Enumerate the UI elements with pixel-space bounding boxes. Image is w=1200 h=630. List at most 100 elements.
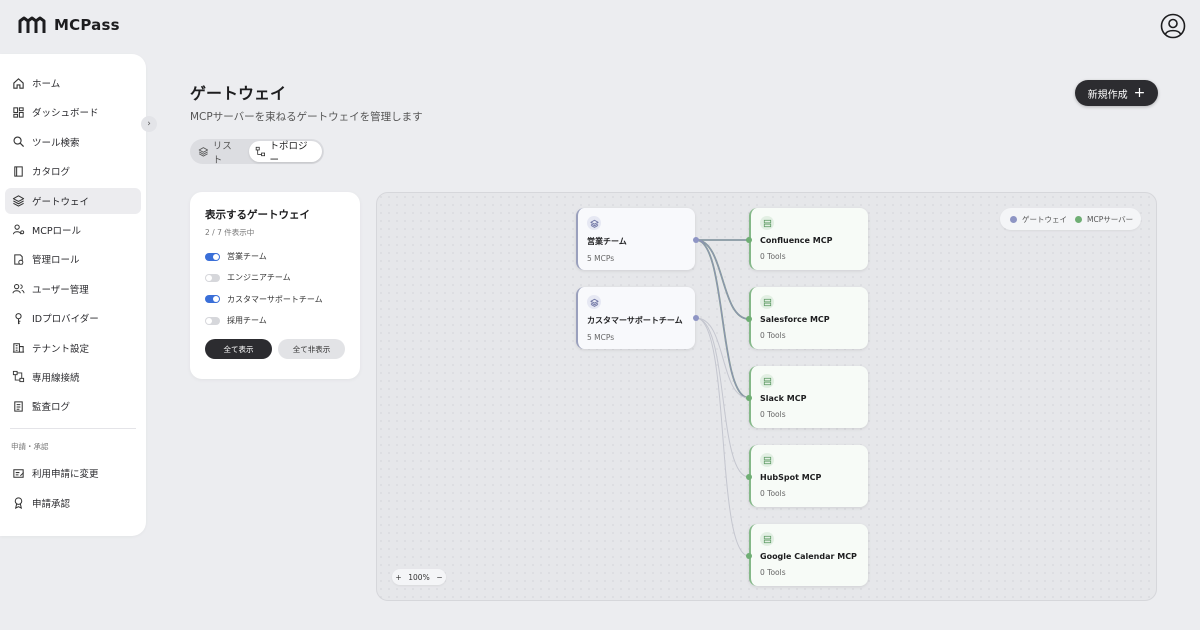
search-icon (13, 136, 25, 148)
hide-all-button[interactable]: 全て非表示 (278, 339, 345, 360)
app-logo[interactable]: MCPass (18, 16, 120, 34)
sidebar-item-admin-role[interactable]: 管理ロール (5, 246, 141, 272)
server-port[interactable] (746, 474, 752, 480)
sidebar-item-dashboard[interactable]: ダッシュボード (5, 99, 141, 125)
user-avatar-icon[interactable] (1160, 13, 1186, 39)
filter-item-label: 採用チーム (227, 316, 267, 326)
sidebar-item-dedicated-line[interactable]: 専用線接続 (5, 364, 141, 390)
filter-item: カスタマーサポートチーム (205, 293, 345, 306)
view-topology-label: トポロジー (269, 140, 308, 166)
filter-item-label: エンジニアチーム (227, 273, 291, 283)
sidebar-item-label: 申請承認 (32, 498, 71, 510)
server-name: Slack MCP (760, 394, 807, 403)
mcp-server-node[interactable]: Salesforce MCP 0 Tools (749, 287, 868, 349)
sidebar-item-gateway[interactable]: ゲートウェイ (5, 187, 141, 214)
edge (695, 239, 750, 320)
zoom-control: + 100% − (392, 569, 446, 585)
app-name: MCPass (54, 16, 120, 34)
edge (695, 317, 750, 478)
server-tool-count: 0 Tools (760, 410, 786, 419)
gateway-name: 営業チーム (587, 237, 627, 246)
mcp-server-node[interactable]: HubSpot MCP 0 Tools (749, 445, 868, 507)
server-name: HubSpot MCP (760, 473, 822, 482)
sidebar-item-label: ホーム (32, 79, 61, 90)
sidebar: ホーム ダッシュボード ツール検索 カタログ ゲートウェイ MCPロール 管理ロ… (0, 54, 146, 536)
legend-server-label: MCPサーバー (1087, 214, 1134, 224)
layers-icon (587, 216, 601, 230)
gateway-toggle[interactable] (205, 252, 220, 261)
server-icon (760, 374, 774, 388)
topology-canvas[interactable]: 営業チーム 5 MCPs カスタマーサポートチーム 5 MCPs Conflue… (376, 192, 1157, 601)
book-icon (14, 166, 23, 177)
gateway-toggle[interactable] (205, 295, 220, 304)
chevron-right-icon: › (147, 119, 151, 129)
filter-item-label: 営業チーム (227, 252, 267, 261)
sidebar-collapse-button[interactable]: › (141, 116, 157, 132)
plus-icon: + (1133, 85, 1146, 101)
filter-title: 表示するゲートウェイ (205, 209, 310, 221)
sidebar-item-usage-request[interactable]: 利用申請に変更 (5, 460, 141, 486)
filter-count: 2 / 7 件表示中 (205, 228, 255, 237)
zoom-out-button[interactable]: − (436, 573, 442, 582)
page-subtitle: MCPサーバーを束ねるゲートウェイを管理します (190, 111, 423, 123)
server-tool-count: 0 Tools (760, 568, 786, 577)
gateway-toggle[interactable] (205, 316, 220, 325)
admin-role-icon (14, 254, 24, 265)
sidebar-section-label: 申請・承認 (11, 442, 49, 452)
sidebar-item-label: ゲートウェイ (32, 196, 90, 208)
server-tool-count: 0 Tools (760, 252, 786, 261)
view-topology-option[interactable]: トポロジー (248, 141, 322, 166)
sidebar-item-mcp-role[interactable]: MCPロール (5, 217, 141, 243)
gateway-port[interactable] (693, 237, 699, 243)
sidebar-item-label: 管理ロール (32, 255, 80, 267)
create-gateway-button[interactable]: 新規作成 + (1075, 80, 1158, 106)
sidebar-item-label: IDプロバイダー (32, 314, 99, 326)
legend-gateway-dot (1010, 215, 1017, 223)
legend-server-dot (1075, 215, 1082, 223)
view-list-option[interactable]: リスト (192, 141, 247, 166)
sidebar-item-label: テナント設定 (32, 343, 90, 355)
gateway-port[interactable] (693, 315, 699, 321)
sidebar-item-tool-search[interactable]: ツール検索 (5, 129, 141, 155)
gateway-node[interactable]: カスタマーサポートチーム 5 MCPs (576, 287, 695, 349)
server-tool-count: 0 Tools (760, 331, 786, 340)
page-title: ゲートウェイ (190, 84, 287, 103)
sidebar-item-user-management[interactable]: ユーザー管理 (5, 276, 141, 302)
server-tool-count: 0 Tools (760, 489, 786, 498)
dashboard-icon (13, 107, 24, 118)
sidebar-item-label: ダッシュボード (32, 108, 99, 120)
gateway-name: カスタマーサポートチーム (587, 316, 683, 325)
sidebar-item-request-approval[interactable]: 申請承認 (5, 490, 141, 516)
approval-icon (14, 497, 23, 510)
mcp-server-node[interactable]: Google Calendar MCP 0 Tools (749, 524, 868, 586)
mcp-server-node[interactable]: Slack MCP 0 Tools (749, 366, 868, 428)
server-port[interactable] (746, 553, 752, 559)
request-icon (13, 469, 24, 478)
sidebar-item-label: ツール検索 (32, 137, 80, 149)
edge (695, 317, 750, 399)
show-all-button[interactable]: 全て表示 (205, 339, 272, 360)
log-icon (14, 401, 23, 412)
gateway-toggle[interactable] (205, 273, 220, 282)
sidebar-item-label: 専用線接続 (32, 372, 80, 384)
sidebar-item-catalog[interactable]: カタログ (5, 158, 141, 184)
gateway-node[interactable]: 営業チーム 5 MCPs (576, 208, 695, 270)
server-port[interactable] (746, 237, 752, 243)
server-name: Google Calendar MCP (760, 552, 857, 561)
server-icon (760, 216, 774, 230)
sidebar-item-home[interactable]: ホーム (5, 70, 141, 96)
sidebar-item-audit-log[interactable]: 監査ログ (5, 393, 141, 419)
zoom-in-button[interactable]: + (395, 573, 401, 582)
mcpass-logo-icon (18, 16, 46, 33)
server-port[interactable] (746, 395, 752, 401)
server-port[interactable] (746, 316, 752, 322)
zoom-level: 100% (408, 572, 430, 582)
filter-item: エンジニアチーム (205, 271, 345, 284)
sidebar-item-label: ユーザー管理 (32, 284, 89, 296)
users-icon (12, 284, 25, 294)
building-icon (12, 343, 25, 353)
mcp-server-node[interactable]: Confluence MCP 0 Tools (749, 208, 868, 270)
sidebar-item-id-provider[interactable]: IDプロバイダー (5, 305, 141, 331)
sidebar-item-tenant-settings[interactable]: テナント設定 (5, 335, 141, 361)
server-name: Salesforce MCP (760, 315, 830, 324)
